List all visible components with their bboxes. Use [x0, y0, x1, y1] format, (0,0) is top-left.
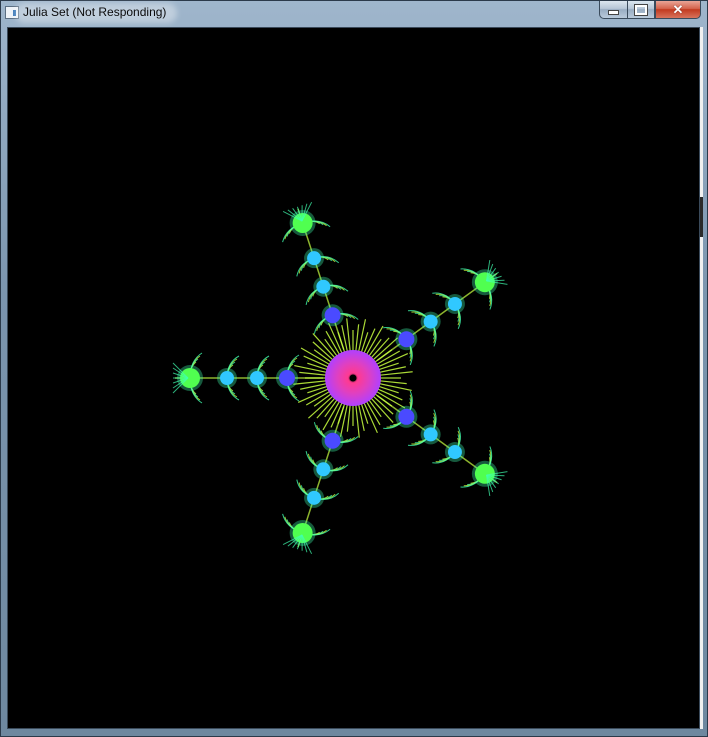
maximize-icon [634, 3, 648, 16]
minimize-icon [608, 10, 619, 15]
maximize-button[interactable] [627, 1, 655, 19]
bulb [398, 408, 415, 425]
center-filament [355, 403, 360, 438]
bulb [447, 296, 462, 311]
bulb [307, 490, 322, 505]
center-filament [300, 382, 328, 390]
bulb [316, 279, 331, 294]
julia-set-image [172, 201, 589, 558]
center-filament [378, 371, 413, 376]
right-edge-scrollbar[interactable] [700, 27, 703, 729]
bulb [220, 371, 234, 385]
scroll-thumb[interactable] [700, 197, 703, 237]
center-dot [349, 374, 357, 382]
bulb [279, 370, 295, 386]
center-filament [357, 319, 367, 353]
center-filament [355, 324, 360, 353]
fractal-crop-mask [529, 208, 589, 558]
title-bar[interactable]: Julia Set (Not Responding) ✕ [1, 1, 707, 25]
center-filament [308, 394, 335, 419]
center-filament [312, 333, 337, 360]
bulb [307, 251, 322, 266]
center-filament [378, 382, 412, 392]
center-filament [293, 380, 328, 385]
bulb [398, 331, 415, 348]
bulb [324, 432, 341, 449]
bulb [423, 314, 438, 329]
bulb [447, 445, 462, 460]
caption-buttons: ✕ [599, 1, 701, 19]
center-filament [369, 396, 394, 423]
center-filament [378, 366, 406, 374]
bulb [250, 371, 264, 385]
center-filament [339, 403, 349, 437]
center-filament [346, 403, 351, 432]
center-filament [294, 364, 328, 374]
bulb [423, 427, 438, 442]
fractal-canvas[interactable] [7, 27, 700, 729]
center-filament [357, 403, 365, 431]
center-filament [346, 318, 351, 353]
close-button[interactable]: ✕ [655, 1, 701, 19]
window-title: Julia Set (Not Responding) [23, 5, 167, 19]
center-filament [299, 371, 328, 376]
close-icon: ✕ [672, 1, 684, 17]
bulb [324, 307, 341, 324]
center-filament [378, 380, 407, 385]
bulb [316, 462, 331, 477]
app-window: Julia Set (Not Responding) ✕ [0, 0, 708, 737]
minimize-button[interactable] [599, 1, 627, 19]
